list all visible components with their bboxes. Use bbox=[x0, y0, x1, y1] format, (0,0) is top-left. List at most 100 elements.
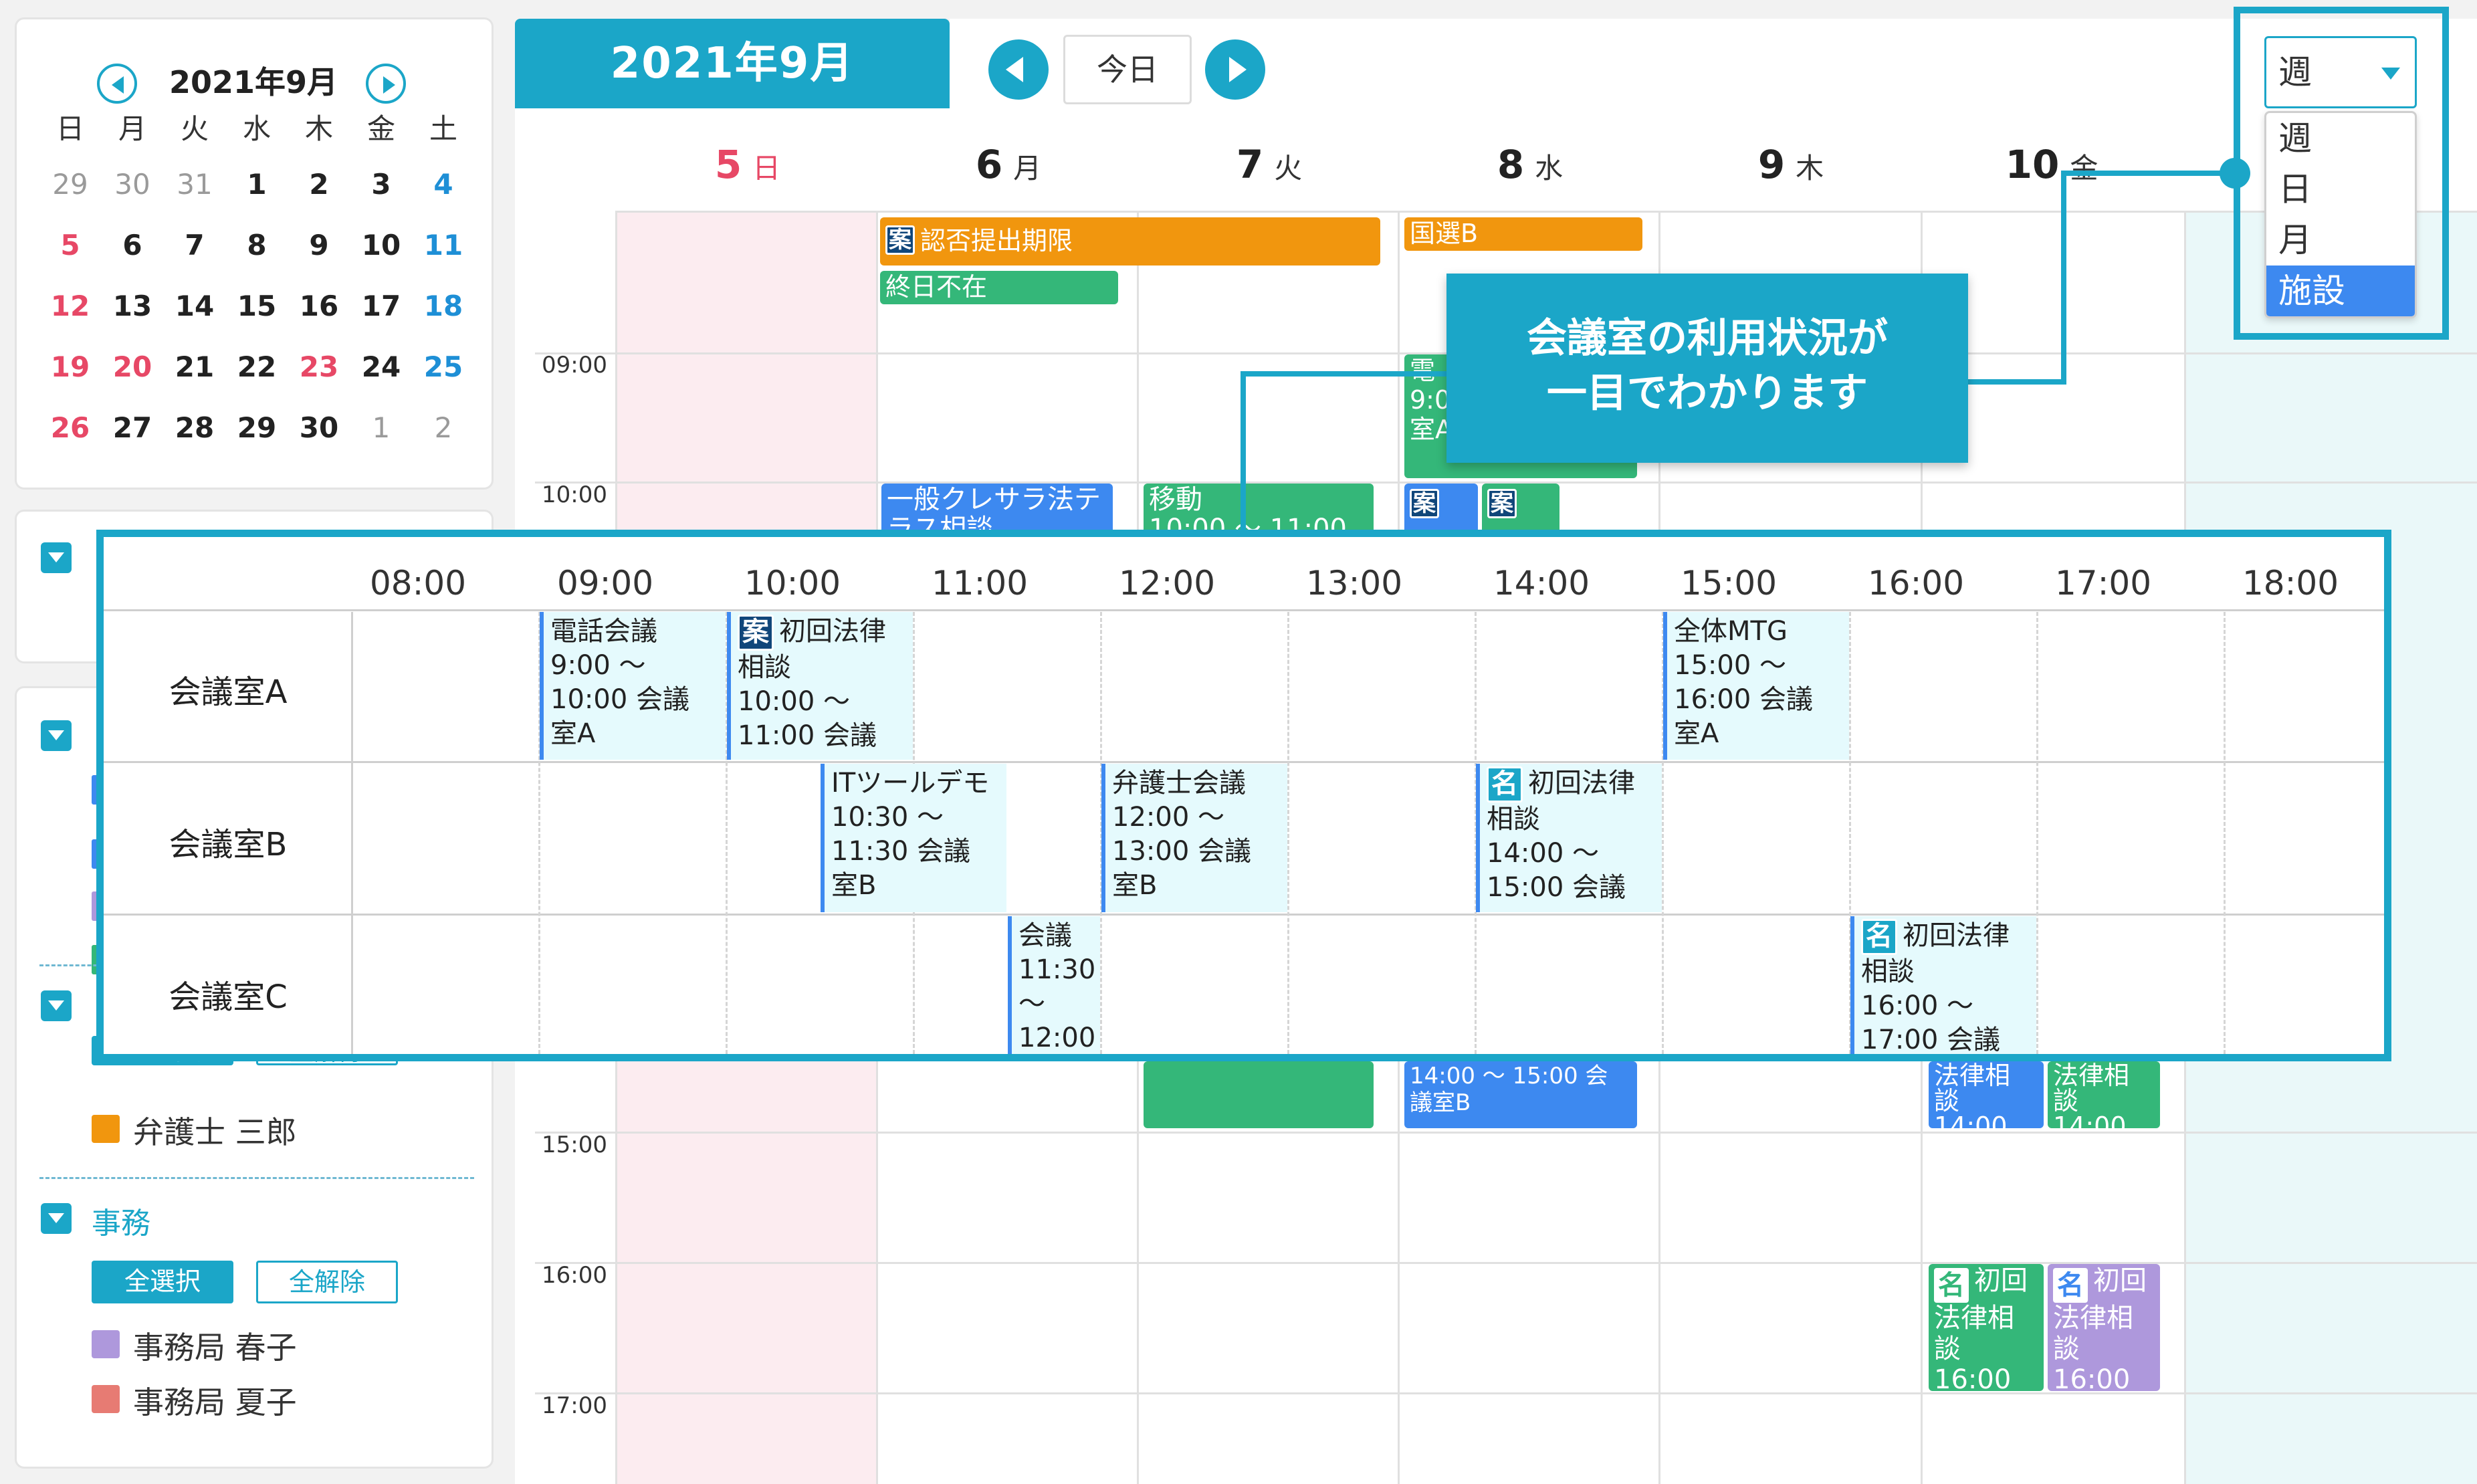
calendar-day[interactable]: 2 bbox=[413, 411, 474, 444]
day-header[interactable]: 6月 bbox=[877, 142, 1140, 187]
day-header[interactable]: 5日 bbox=[617, 142, 879, 187]
hour-label: 16:00 bbox=[1867, 564, 1965, 603]
view-option-day[interactable]: 日 bbox=[2266, 164, 2415, 215]
hour-label: 15:00 bbox=[1680, 564, 1778, 603]
hour-label: 11:00 bbox=[931, 564, 1029, 603]
time-label: 16:00 bbox=[542, 1262, 607, 1289]
today-button[interactable]: 今日 bbox=[1063, 35, 1192, 104]
view-select[interactable]: 週 bbox=[2264, 36, 2417, 108]
calendar-day[interactable]: 1 bbox=[350, 411, 412, 444]
calendar-day[interactable]: 29 bbox=[226, 411, 288, 444]
day-header[interactable]: 9木 bbox=[1660, 142, 1922, 187]
prev-week-button[interactable] bbox=[988, 39, 1049, 100]
calendar-day[interactable]: 11 bbox=[413, 229, 474, 261]
calendar-day[interactable]: 27 bbox=[102, 411, 163, 444]
facility-event[interactable]: ITツールデモ 10:30 〜 11:30 会議 室B bbox=[821, 764, 1006, 912]
calendar-day[interactable]: 30 bbox=[288, 411, 350, 444]
calendar-day[interactable]: 5 bbox=[39, 229, 101, 261]
calendar-day[interactable]: 14 bbox=[164, 290, 225, 322]
grid-line bbox=[104, 609, 2384, 611]
event-deadline[interactable]: 案認否提出期限 bbox=[880, 217, 1380, 266]
time-label: 09:00 bbox=[542, 352, 607, 379]
calendar-day[interactable]: 8 bbox=[226, 229, 288, 261]
hour-label: 10:00 bbox=[744, 564, 841, 603]
calendar-day[interactable]: 6 bbox=[102, 229, 163, 261]
person-name[interactable]: 弁護士 三郎 bbox=[133, 1108, 297, 1152]
event-absent[interactable]: 終日不在 bbox=[880, 271, 1118, 304]
hour-label: 13:00 bbox=[1305, 564, 1403, 603]
facility-event[interactable]: 電話会議 9:00 〜 10:00 会議 室A bbox=[540, 612, 726, 760]
event-tue-tail[interactable] bbox=[1144, 1061, 1374, 1128]
grid-line bbox=[104, 761, 2384, 763]
next-week-button[interactable] bbox=[1205, 39, 1265, 100]
calendar-day[interactable]: 2 bbox=[288, 168, 350, 201]
event-national-b[interactable]: 国選B bbox=[1404, 217, 1642, 251]
calendar-day[interactable]: 13 bbox=[102, 290, 163, 322]
calendar-day[interactable]: 25 bbox=[413, 350, 474, 383]
grid-line bbox=[535, 1262, 2477, 1264]
calendar-day[interactable]: 30 bbox=[102, 168, 163, 201]
event-wed-tail[interactable]: 14:00 〜 15:00 会議室B bbox=[1404, 1061, 1637, 1128]
view-option-facility[interactable]: 施設 bbox=[2266, 266, 2415, 316]
calendar-day[interactable]: 23 bbox=[288, 350, 350, 383]
calendar-day[interactable]: 17 bbox=[350, 290, 412, 322]
calendar-day[interactable]: 22 bbox=[226, 350, 288, 383]
chevron-down-icon[interactable] bbox=[41, 1203, 72, 1234]
calendar-day[interactable]: 15 bbox=[226, 290, 288, 322]
person-name[interactable]: 事務局 夏子 bbox=[133, 1378, 297, 1422]
office-clear-all-button[interactable]: 全解除 bbox=[256, 1261, 398, 1303]
time-label: 10:00 bbox=[542, 482, 607, 508]
calendar-day[interactable]: 7 bbox=[164, 229, 225, 261]
facility-event[interactable]: 名初回法律 相談 16:00 〜 17:00 会議 bbox=[1850, 916, 2036, 1054]
hour-label: 14:00 bbox=[1493, 564, 1590, 603]
hour-label: 12:00 bbox=[1118, 564, 1216, 603]
weekday-label: 木 bbox=[304, 112, 333, 145]
calendar-day[interactable]: 4 bbox=[413, 168, 474, 201]
day-header[interactable]: 10 金 bbox=[1921, 142, 2183, 187]
calendar-day[interactable]: 19 bbox=[39, 350, 101, 383]
event-fri-b-tail[interactable]: 法律相談14:00 〜 bbox=[2048, 1061, 2160, 1128]
calendar-day[interactable]: 1 bbox=[226, 168, 288, 201]
facility-event[interactable]: 会議11:30〜12:00会議 bbox=[1008, 916, 1100, 1054]
office-select-all-button[interactable]: 全選択 bbox=[92, 1261, 233, 1303]
calendar-day[interactable]: 28 bbox=[164, 411, 225, 444]
callout-connector bbox=[1241, 371, 1246, 532]
event-fri-consult-2[interactable]: 名初回 法律相談16:00 〜 bbox=[2048, 1264, 2160, 1391]
chevron-down-icon[interactable] bbox=[41, 542, 72, 573]
calendar-day[interactable]: 3 bbox=[350, 168, 412, 201]
calendar-day[interactable]: 24 bbox=[350, 350, 412, 383]
facility-event[interactable]: 名初回法律 相談 14:00 〜 15:00 会議 bbox=[1476, 764, 1662, 912]
calendar-day[interactable]: 31 bbox=[164, 168, 225, 201]
view-option-month[interactable]: 月 bbox=[2266, 215, 2415, 266]
weekday-label: 日 bbox=[56, 112, 84, 145]
calendar-day[interactable]: 29 bbox=[39, 168, 101, 201]
callout-connector bbox=[1966, 379, 2066, 385]
group-title-office[interactable]: 事務 bbox=[92, 1199, 150, 1242]
hour-label: 08:00 bbox=[369, 564, 467, 603]
event-fri-consult-1[interactable]: 名初回 法律相談16:00 〜 bbox=[1929, 1264, 2044, 1391]
callout-box: 会議室の利用状況が 一目でわかります bbox=[1446, 274, 1968, 463]
facility-event[interactable]: 案初回法律 相談 10:00 〜 11:00 会議 bbox=[727, 612, 913, 760]
calendar-day[interactable]: 12 bbox=[39, 290, 101, 322]
calendar-day[interactable]: 16 bbox=[288, 290, 350, 322]
calendar-day[interactable]: 26 bbox=[39, 411, 101, 444]
calendar-day[interactable]: 20 bbox=[102, 350, 163, 383]
event-fri-a-tail[interactable]: 法律相談14:00 〜 bbox=[1929, 1061, 2044, 1128]
calendar-day[interactable]: 9 bbox=[288, 229, 350, 261]
calendar-day[interactable]: 10 bbox=[350, 229, 412, 261]
weekday-label: 土 bbox=[429, 112, 457, 145]
calendar-day[interactable]: 21 bbox=[164, 350, 225, 383]
day-header[interactable]: 8水 bbox=[1399, 142, 1661, 187]
next-month-icon[interactable] bbox=[366, 64, 406, 104]
facility-event[interactable]: 弁護士会議 12:00 〜 13:00 会議 室B bbox=[1101, 764, 1287, 912]
facility-event[interactable]: 全体MTG 15:00 〜 16:00 会議 室A bbox=[1663, 612, 1849, 760]
chevron-down-icon[interactable] bbox=[41, 990, 72, 1021]
person-name[interactable]: 事務局 春子 bbox=[133, 1323, 297, 1368]
person-color-swatch bbox=[92, 1385, 120, 1413]
calendar-day[interactable]: 18 bbox=[413, 290, 474, 322]
room-label-b: 会議室B bbox=[169, 826, 288, 863]
day-header[interactable]: 7火 bbox=[1138, 142, 1400, 187]
view-option-week[interactable]: 週 bbox=[2266, 113, 2415, 164]
chevron-down-icon[interactable] bbox=[41, 720, 72, 751]
person-color-swatch bbox=[92, 1115, 120, 1143]
